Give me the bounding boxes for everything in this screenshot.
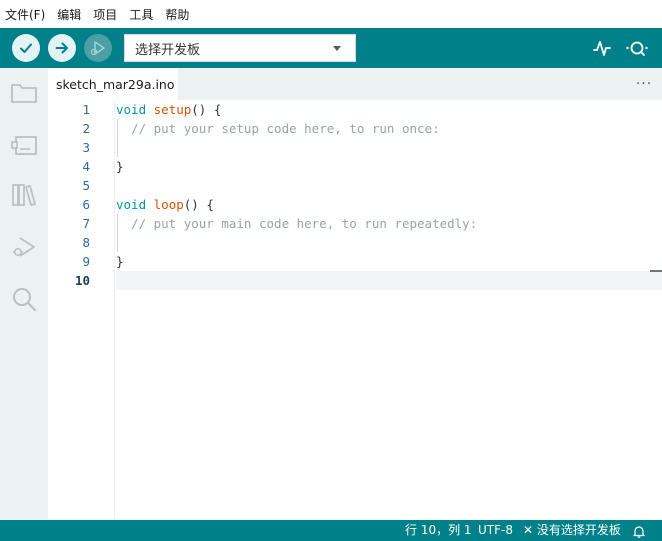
verify-button[interactable] [12, 34, 40, 62]
line-number: 5 [82, 178, 90, 193]
board-status[interactable]: ✕ 没有选择开发板 [523, 520, 621, 541]
line-number: 7 [82, 216, 90, 231]
serial-monitor-button[interactable] [624, 36, 650, 60]
line-number-gutter: 1 2 3 4 5 6 7 8 9 10 [48, 100, 115, 520]
menu-file[interactable]: 文件(F) [5, 0, 45, 29]
line-number: 8 [82, 235, 90, 250]
notifications-button[interactable] [633, 524, 645, 541]
board-select-label: 选择开发板 [135, 42, 201, 58]
tab-bar: sketch_mar29a.ino ··· [48, 68, 662, 100]
sidebar [0, 68, 48, 520]
close-icon: ✕ [523, 523, 534, 537]
sketchbook-button[interactable] [8, 77, 40, 109]
serial-plotter-button[interactable] [589, 36, 615, 60]
board-status-label: 没有选择开发板 [536, 523, 621, 537]
code-line: } [116, 254, 124, 269]
code-editor[interactable]: 1 2 3 4 5 6 7 8 9 10 void setup() { // p… [48, 100, 662, 520]
keyword: void [116, 102, 147, 117]
chevron-down-icon [333, 46, 341, 51]
scrollbar-cursor-marker [650, 270, 662, 272]
line-number: 1 [82, 102, 90, 117]
code-comment: // put your setup code here, to run once… [116, 121, 440, 136]
debug-panel-button[interactable] [8, 231, 40, 263]
menu-edit[interactable]: 编辑 [57, 0, 81, 29]
library-manager-button[interactable] [8, 179, 40, 211]
line-number: 2 [82, 121, 90, 136]
board-select[interactable]: 选择开发板 [124, 34, 356, 62]
code-line: void loop() { [116, 195, 214, 214]
tab-menu-button[interactable]: ··· [634, 76, 654, 92]
debug-icon [13, 237, 35, 257]
code-comment: // put your main code here, to run repea… [116, 216, 478, 231]
folder-icon [11, 84, 37, 103]
serial-plotter-icon [593, 41, 611, 56]
search-icon [13, 288, 37, 312]
keyword: void [116, 197, 147, 212]
menu-sketch[interactable]: 项目 [93, 0, 117, 29]
function-name: loop [153, 197, 184, 212]
line-number: 4 [82, 159, 90, 174]
checkmark-icon [20, 43, 32, 53]
arrow-right-icon [55, 42, 68, 54]
boards-manager-button[interactable] [8, 129, 40, 161]
line-number: 3 [82, 140, 90, 155]
code-line: } [116, 159, 124, 174]
status-bar: 行 10，列 1 UTF-8 ✕ 没有选择开发板 [0, 520, 662, 541]
tab-filename: sketch_mar29a.ino [56, 76, 175, 92]
toolbar: 选择开发板 [0, 28, 662, 68]
more-icon: ··· [635, 76, 653, 92]
file-encoding: UTF-8 [478, 523, 513, 537]
upload-button[interactable] [48, 34, 76, 62]
board-manager-icon [11, 136, 37, 155]
cursor-position[interactable]: 行 10，列 1 [405, 520, 472, 541]
code-text: () { [183, 197, 214, 212]
bell-icon [633, 526, 645, 538]
line-number: 6 [82, 197, 90, 212]
menu-bar: 文件(F) 编辑 项目 工具 帮助 [0, 0, 662, 28]
tab-sketch[interactable]: sketch_mar29a.ino [48, 68, 178, 100]
line-number-active: 10 [74, 273, 90, 288]
code-line: void setup() { [116, 100, 221, 119]
library-icon [12, 184, 36, 206]
function-name: setup [153, 102, 192, 117]
search-button[interactable] [8, 283, 40, 315]
code-text: () { [191, 102, 222, 117]
serial-monitor-icon [626, 41, 648, 56]
menu-tools[interactable]: 工具 [129, 0, 153, 29]
debug-button[interactable] [84, 34, 112, 62]
current-line-highlight [116, 271, 662, 290]
debug-play-icon [90, 41, 105, 56]
line-number: 9 [82, 254, 90, 269]
menu-help[interactable]: 帮助 [165, 0, 189, 29]
